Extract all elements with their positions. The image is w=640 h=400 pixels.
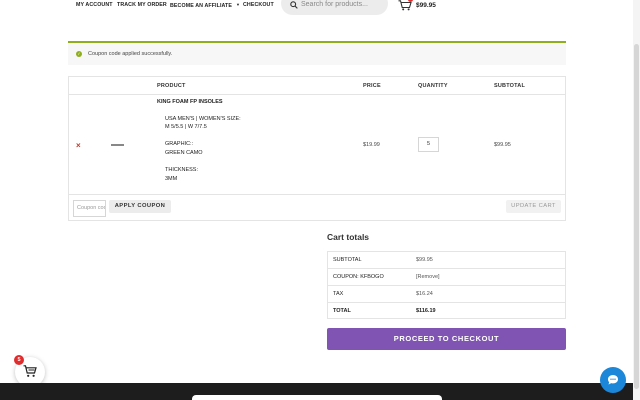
scrollbar-thumb[interactable]	[634, 44, 639, 389]
nav-my-account[interactable]: MY ACCOUNT	[76, 2, 113, 8]
page-scrollbar[interactable]	[633, 0, 640, 400]
totals-value: $99.95	[416, 257, 433, 263]
totals-row-tax: TAX $16.24	[328, 286, 565, 303]
totals-value: $116.19	[416, 308, 436, 314]
graphic-label: GRAPHIC::	[165, 141, 194, 147]
totals-row-coupon: COUPON: KFBOGO [Remove]	[328, 269, 565, 286]
nav-affiliate[interactable]: BECOME AN AFFILIATE ▼	[170, 2, 240, 9]
remove-coupon-link[interactable]: [Remove]	[416, 274, 440, 280]
size-value: M 5/5.5 | W 7/7.5	[165, 124, 207, 130]
nav-affiliate-label: BECOME AN AFFILIATE	[170, 3, 233, 9]
header-subtotal: SUBTOTAL	[494, 83, 526, 89]
cart-icon	[23, 365, 37, 377]
top-navigation: MY ACCOUNT TRACK MY ORDER BECOME AN AFFI…	[0, 0, 640, 18]
product-thumbnail[interactable]	[111, 144, 124, 146]
header-product: PRODUCT	[157, 83, 186, 89]
update-cart-button[interactable]: UPDATE CART	[506, 200, 561, 213]
totals-label: SUBTOTAL	[333, 257, 362, 263]
chat-icon	[608, 375, 618, 385]
search-bar[interactable]: Search for products...	[281, 0, 388, 15]
search-icon[interactable]	[290, 1, 298, 9]
header-quantity: QUANTITY	[418, 83, 448, 89]
table-footer-divider	[69, 194, 565, 195]
item-subtotal: $99.95	[494, 142, 511, 148]
header-price: PRICE	[363, 83, 381, 89]
search-input[interactable]: Search for products...	[301, 1, 368, 8]
chevron-down-icon: ▼	[236, 2, 241, 7]
check-circle-icon: ✓	[76, 51, 82, 57]
product-name[interactable]: KING FOAM FP INSOLES	[157, 99, 223, 105]
floating-cart-count: 5	[14, 355, 24, 365]
thickness-label: THICKNESS:	[165, 167, 199, 173]
totals-label: TAX	[333, 291, 344, 297]
totals-label: TOTAL	[333, 308, 351, 314]
footer	[0, 383, 633, 400]
graphic-value: GREEN CAMO	[165, 150, 203, 156]
notice-message: Coupon code applied successfully.	[88, 51, 173, 57]
footer-input[interactable]	[192, 395, 442, 400]
proceed-to-checkout-button[interactable]: PROCEED TO CHECKOUT	[327, 328, 566, 350]
nav-checkout[interactable]: CHECKOUT	[243, 2, 274, 8]
cart-table: PRODUCT PRICE QUANTITY SUBTOTAL × KING F…	[68, 76, 566, 221]
item-price: $19.99	[363, 142, 380, 148]
table-header-divider	[69, 94, 565, 95]
success-notice: ✓ Coupon code applied successfully.	[68, 41, 566, 65]
quantity-input[interactable]: 5	[418, 137, 439, 152]
totals-row-subtotal: SUBTOTAL $99.95	[328, 252, 565, 269]
cart-totals-table: SUBTOTAL $99.95 COUPON: KFBOGO [Remove] …	[327, 251, 566, 319]
cart-totals-title: Cart totals	[327, 232, 370, 242]
thickness-value: 3MM	[165, 176, 178, 182]
coupon-code-input[interactable]: Coupon code	[73, 200, 106, 217]
header-cart-total[interactable]: $99.95	[416, 2, 436, 9]
totals-row-total: TOTAL $116.19	[328, 303, 565, 320]
chat-button[interactable]	[600, 367, 626, 393]
cart-indicator-dot	[408, 0, 413, 2]
apply-coupon-button[interactable]: APPLY COUPON	[109, 200, 171, 213]
totals-label: COUPON: KFBOGO	[333, 274, 384, 280]
nav-track-order[interactable]: TRACK MY ORDER	[117, 2, 167, 8]
totals-value: $16.24	[416, 291, 433, 297]
remove-item-icon[interactable]: ×	[76, 141, 81, 150]
